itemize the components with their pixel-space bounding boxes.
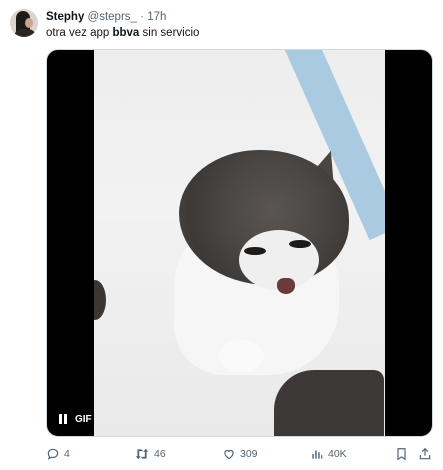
tweet[interactable]: Stephy @steprs_ · 17h otra vez app bbva … <box>0 0 443 470</box>
bookmark-button[interactable] <box>395 445 408 463</box>
retweet-count: 46 <box>154 448 166 460</box>
views-icon <box>310 447 324 461</box>
tweet-text-bold: bbva <box>112 27 140 39</box>
background-dark-shape-left <box>94 280 106 320</box>
reply-count: 4 <box>64 448 70 460</box>
tweet-text-prefix: otra vez app <box>46 27 113 39</box>
gif-badge: GIF <box>75 413 92 425</box>
cat-eye-right <box>289 240 311 248</box>
avatar-face <box>25 18 33 28</box>
reply-button[interactable]: 4 <box>46 445 70 463</box>
share-button[interactable] <box>418 445 432 463</box>
tweet-header: Stephy @steprs_ · 17h <box>46 9 166 25</box>
views-count: 40K <box>328 448 347 460</box>
avatar[interactable] <box>10 9 38 37</box>
retweet-button[interactable]: 46 <box>134 445 166 463</box>
cat-eye-left <box>244 247 266 255</box>
reply-icon <box>46 447 60 461</box>
bookmark-icon <box>395 447 408 461</box>
author-handle[interactable]: @steprs_ <box>88 11 137 23</box>
background-dark-shape-bottom <box>274 370 384 436</box>
tweet-timestamp[interactable]: 17h <box>147 11 166 23</box>
views-button[interactable]: 40K <box>310 445 347 463</box>
cat-paw <box>219 340 264 372</box>
tweet-text-suffix: sin servicio <box>139 27 200 39</box>
like-count: 309 <box>240 448 258 460</box>
retweet-icon <box>134 447 150 461</box>
author-name[interactable]: Stephy <box>46 11 84 23</box>
tweet-media-gif[interactable]: GIF <box>46 49 433 437</box>
like-button[interactable]: 309 <box>222 445 258 463</box>
share-icon <box>418 447 432 461</box>
like-icon <box>222 447 236 461</box>
gif-frame-cat <box>94 50 385 436</box>
separator-dot: · <box>140 11 144 23</box>
avatar-body <box>14 29 36 37</box>
tweet-text: otra vez app bbva sin servicio <box>46 25 199 41</box>
tweet-actions: 4 46 309 40K <box>46 445 433 463</box>
cat-mouth <box>277 278 295 294</box>
pause-icon[interactable] <box>59 414 67 424</box>
gif-controls: GIF <box>59 412 92 426</box>
